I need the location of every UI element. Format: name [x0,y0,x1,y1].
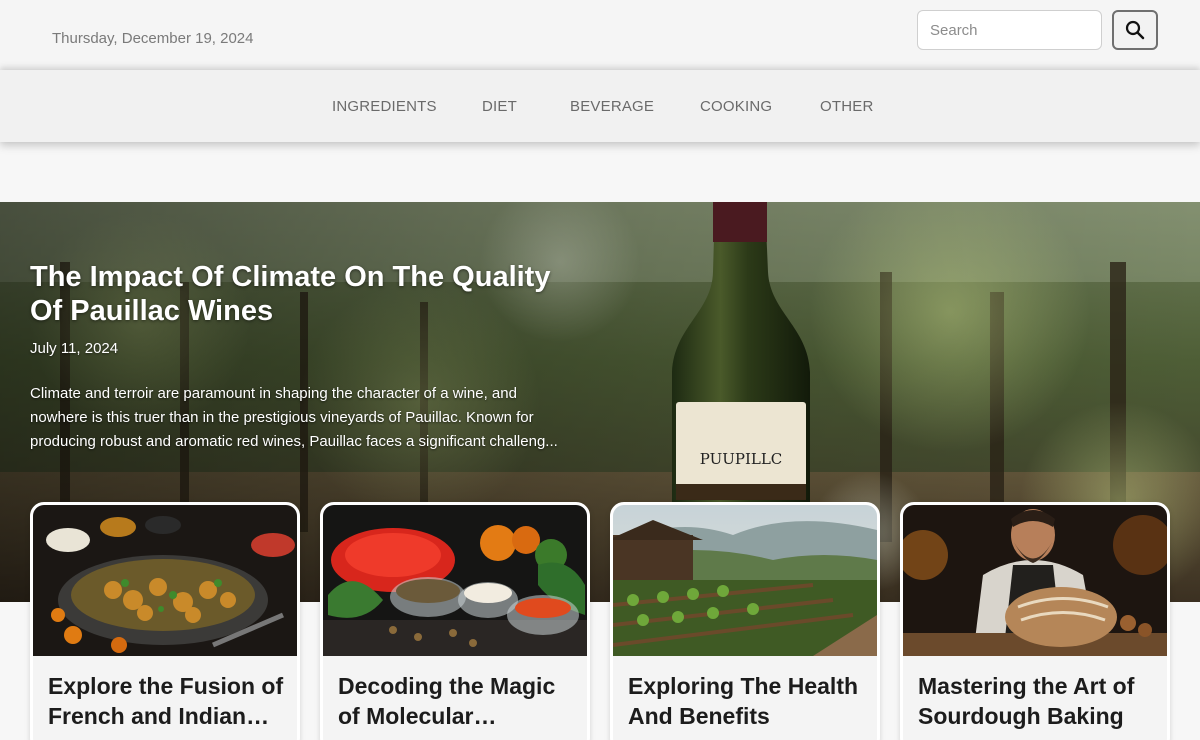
nav-item-diet[interactable]: DIET [482,98,517,115]
hero-date: July 11, 2024 [30,340,119,357]
nav-item-ingredients[interactable]: INGREDIENTS [332,98,437,115]
article-card[interactable]: Mastering the Art of Sourdough Baking [900,502,1170,740]
search-input[interactable] [917,10,1102,50]
nav-item-other[interactable]: OTHER [820,98,874,115]
card-title[interactable]: Exploring The Health And Benefits [628,671,868,731]
card-image-garden [613,505,877,656]
card-title[interactable]: Mastering the Art of Sourdough Baking [918,671,1158,731]
card-image-baker [903,505,1167,656]
bottle-label-text: PUUPILLC [700,450,783,468]
article-card[interactable]: Exploring The Health And Benefits [610,502,880,740]
card-image-curry [33,505,297,656]
current-date: Thursday, December 19, 2024 [52,30,254,47]
search-icon [1125,20,1145,40]
search-button[interactable] [1112,10,1158,50]
card-title[interactable]: Decoding the Magic of Molecular Gastrono… [338,671,578,731]
hero-title[interactable]: The Impact Of Climate On The Quality Of … [30,260,590,328]
nav-item-beverage[interactable]: BEVERAGE [570,98,654,115]
article-card[interactable]: Explore the Fusion of French and Indian … [30,502,300,740]
hero-excerpt: Climate and terroir are paramount in sha… [30,385,558,450]
article-card[interactable]: Decoding the Magic of Molecular Gastrono… [320,502,590,740]
main-nav: INGREDIENTS DIET BEVERAGE COOKING OTHER [0,70,1200,142]
card-title[interactable]: Explore the Fusion of French and Indian … [48,671,288,731]
nav-item-cooking[interactable]: COOKING [700,98,772,115]
card-image-spices [323,505,587,656]
top-bar: Thursday, December 19, 2024 [0,0,1200,70]
